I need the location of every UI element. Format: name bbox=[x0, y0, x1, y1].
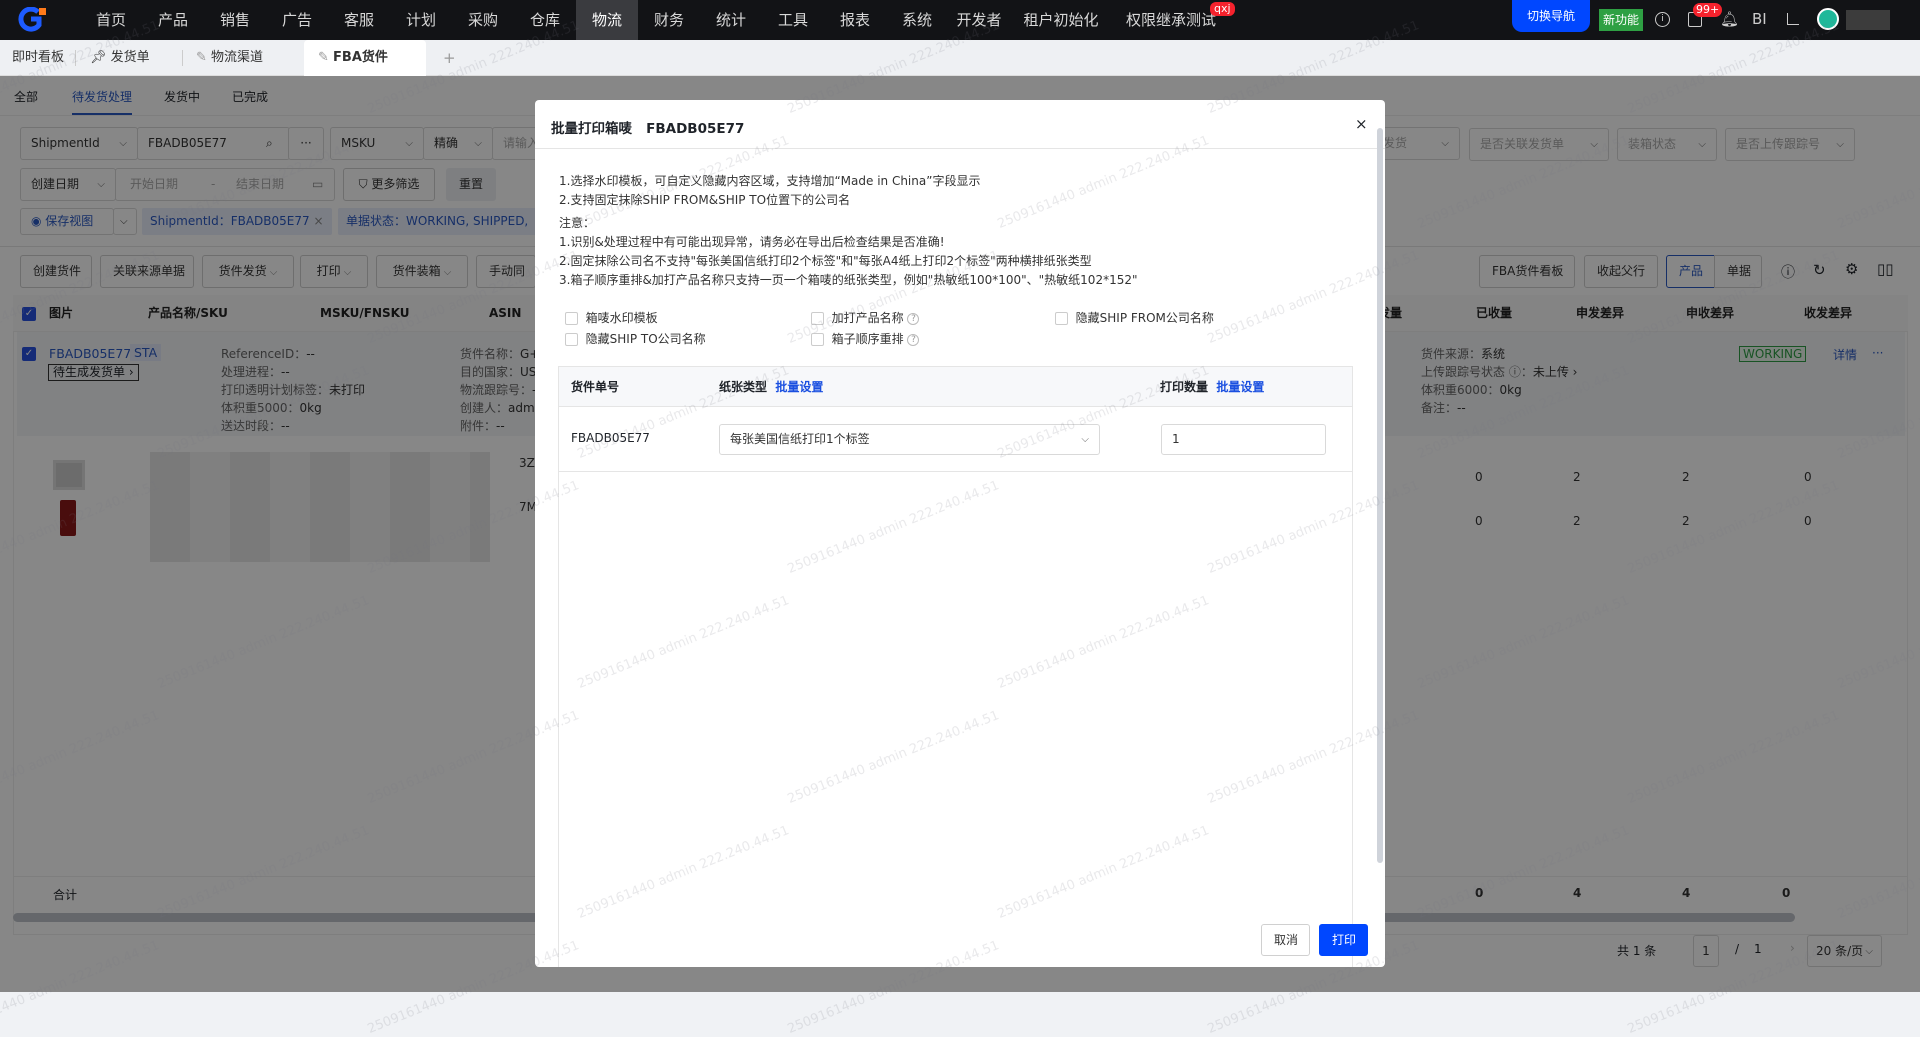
nav-item[interactable]: 报表 bbox=[824, 0, 886, 40]
option-label: 加打产品名称 bbox=[831, 311, 904, 325]
tab-logistics-channel[interactable]: ✎ 物流渠道 bbox=[196, 40, 263, 76]
nav-item[interactable]: 销售 bbox=[204, 0, 266, 40]
col-label: 打印数量 bbox=[1160, 380, 1209, 394]
tab-divider bbox=[75, 50, 76, 66]
close-icon[interactable]: × bbox=[1355, 115, 1368, 133]
nav-item[interactable]: 客服 bbox=[328, 0, 390, 40]
select-value: 每张美国信纸打印1个标签 bbox=[730, 432, 870, 446]
modal-header-divider bbox=[535, 148, 1385, 149]
col-paper-type: 纸张类型 批量设置 bbox=[719, 367, 823, 407]
new-feature-button[interactable]: 新功能 bbox=[1599, 9, 1643, 31]
add-tab-button[interactable]: + bbox=[443, 40, 456, 76]
print-button[interactable]: 打印 bbox=[1319, 924, 1368, 956]
pin-icon: ✎ bbox=[196, 50, 212, 65]
modal-instructions: 1.选择水印模板，可自定义隐藏内容区域，支持增加“Made in China”字… bbox=[559, 172, 1138, 290]
help-icon[interactable]: ? bbox=[907, 333, 920, 346]
note-title: 注意： bbox=[559, 216, 596, 230]
option-checkbox[interactable]: 箱唛水印模板 bbox=[565, 309, 658, 328]
pin-icon: 📌︎ bbox=[90, 50, 111, 65]
nav-item[interactable]: 计划 bbox=[390, 0, 452, 40]
option-label: 隐藏SHIP FROM公司名称 bbox=[1075, 311, 1214, 325]
note-line: 1.识别&处理过程中有可能出现异常，请务必在导出后检查结果是否准确! bbox=[559, 235, 945, 249]
nav-item[interactable]: 租户初始化 bbox=[1010, 0, 1112, 40]
paper-type-select[interactable]: 每张美国信纸打印1个标签 ⌵ bbox=[719, 424, 1100, 455]
modal-title-id: FBADB05E77 bbox=[646, 121, 745, 137]
info-circle-icon[interactable]: i bbox=[1655, 12, 1670, 27]
input-value: 1 bbox=[1172, 432, 1180, 446]
tip-line: 2.支持固定抹除SHIP FROM&SHIP TO位置下的公司名 bbox=[559, 193, 851, 207]
nav-item[interactable]: 开发者 bbox=[948, 0, 1010, 40]
option-label: 隐藏SHIP TO公司名称 bbox=[585, 332, 706, 346]
row-shipment-id: FBADB05E77 bbox=[571, 431, 650, 445]
table-row: FBADB05E77 每张美国信纸打印1个标签 ⌵ 1 bbox=[559, 407, 1352, 472]
tab-label: FBA货件 bbox=[333, 50, 388, 65]
col-label: 纸张类型 bbox=[719, 380, 768, 394]
nav-item[interactable]: 物流 bbox=[576, 0, 638, 40]
chevron-down-icon: ⌵ bbox=[1081, 434, 1089, 445]
option-checkbox[interactable]: 隐藏SHIP TO公司名称 bbox=[565, 330, 706, 349]
option-checkbox[interactable]: 加打产品名称 ? bbox=[811, 309, 920, 328]
top-nav-bar: 首页 产品 销售 广告 客服 计划 采购 仓库 物流 财务 统计 工具 报表 系统 开发者 租户初始化 权限继承… bbox=[0, 0, 1920, 40]
option-checkbox[interactable]: 箱子顺序重排 ? bbox=[811, 330, 920, 349]
option-label: 箱子顺序重排 bbox=[831, 332, 904, 346]
print-settings-table: 货件单号 纸张类型 批量设置 打印数量 批量设置 FBADB05E77 每张美国… bbox=[558, 366, 1353, 967]
bi-button[interactable]: BI bbox=[1752, 10, 1767, 28]
tab-shipping-order[interactable]: 📌︎ 发货单 bbox=[90, 40, 150, 76]
tab-fba-shipment[interactable]: ✎ FBA货件 bbox=[304, 40, 426, 76]
tab-dashboard[interactable]: 即时看板 bbox=[12, 40, 64, 76]
nav-item[interactable]: 产品 bbox=[142, 0, 204, 40]
option-checkbox[interactable]: 隐藏SHIP FROM公司名称 bbox=[1055, 309, 1214, 328]
note-line: 3.箱子顺序重排&加打产品名称只支持一页一个箱唛的纸张类型，例如"热敏纸100*… bbox=[559, 273, 1138, 287]
nav-item[interactable]: 系统 bbox=[886, 0, 948, 40]
username-masked[interactable] bbox=[1846, 10, 1890, 30]
note-line: 2.固定抹除公司名不支持"每张美国信纸打印2个标签"和"每张A4纸上打印2个标签… bbox=[559, 254, 1092, 268]
paper-batch-set-link[interactable]: 批量设置 bbox=[775, 380, 823, 394]
fullscreen-icon[interactable] bbox=[1787, 13, 1799, 25]
tab-label: 物流渠道 bbox=[211, 50, 264, 65]
nav-item[interactable]: 采购 bbox=[452, 0, 514, 40]
col-print-qty: 打印数量 批量设置 bbox=[1160, 367, 1264, 407]
nav-item[interactable]: 广告 bbox=[266, 0, 328, 40]
logo[interactable] bbox=[18, 6, 48, 33]
tip-line: 1.选择水印模板，可自定义隐藏内容区域，支持增加“Made in China”字… bbox=[559, 174, 981, 188]
col-shipment-id: 货件单号 bbox=[571, 380, 620, 394]
modal-title-text: 批量打印箱唛 bbox=[551, 121, 632, 137]
tab-label: 发货单 bbox=[110, 50, 150, 65]
checkbox[interactable] bbox=[811, 333, 824, 346]
tab-divider bbox=[182, 50, 183, 66]
help-icon[interactable]: ? bbox=[907, 312, 920, 325]
checkbox[interactable] bbox=[565, 312, 578, 325]
page-tabs: 即时看板 📌︎ 发货单 ✎ 物流渠道 ✎ FBA货件 + bbox=[0, 40, 1920, 76]
switch-nav-button[interactable]: 切换导航 bbox=[1512, 0, 1590, 32]
pin-icon: ✎ bbox=[318, 50, 334, 65]
nav-item[interactable]: 工具 bbox=[762, 0, 824, 40]
checkbox[interactable] bbox=[565, 333, 578, 346]
avatar[interactable] bbox=[1817, 8, 1839, 30]
print-qty-input[interactable]: 1 bbox=[1161, 424, 1326, 455]
cancel-button[interactable]: 取消 bbox=[1261, 924, 1310, 956]
message-badge: 99+ bbox=[1693, 3, 1723, 17]
nav-item[interactable]: 统计 bbox=[700, 0, 762, 40]
nav-item[interactable]: 首页 bbox=[80, 0, 142, 40]
batch-print-modal: 批量打印箱唛 FBADB05E77 × 1.选择水印模板，可自定义隐藏内容区域，… bbox=[535, 100, 1385, 967]
table-header: 货件单号 纸张类型 批量设置 打印数量 批量设置 bbox=[559, 367, 1352, 407]
qty-batch-set-link[interactable]: 批量设置 bbox=[1216, 380, 1264, 394]
nav-badge: qxj bbox=[1210, 2, 1235, 16]
modal-scrollbar[interactable] bbox=[1377, 128, 1383, 863]
option-label: 箱唛水印模板 bbox=[585, 311, 658, 325]
checkbox[interactable] bbox=[1055, 312, 1068, 325]
modal-title: 批量打印箱唛 FBADB05E77 bbox=[551, 117, 744, 137]
nav-item[interactable]: 财务 bbox=[638, 0, 700, 40]
bell-icon[interactable]: 🔔︎ bbox=[1720, 10, 1739, 28]
nav-item[interactable]: 仓库 bbox=[514, 0, 576, 40]
checkbox[interactable] bbox=[811, 312, 824, 325]
